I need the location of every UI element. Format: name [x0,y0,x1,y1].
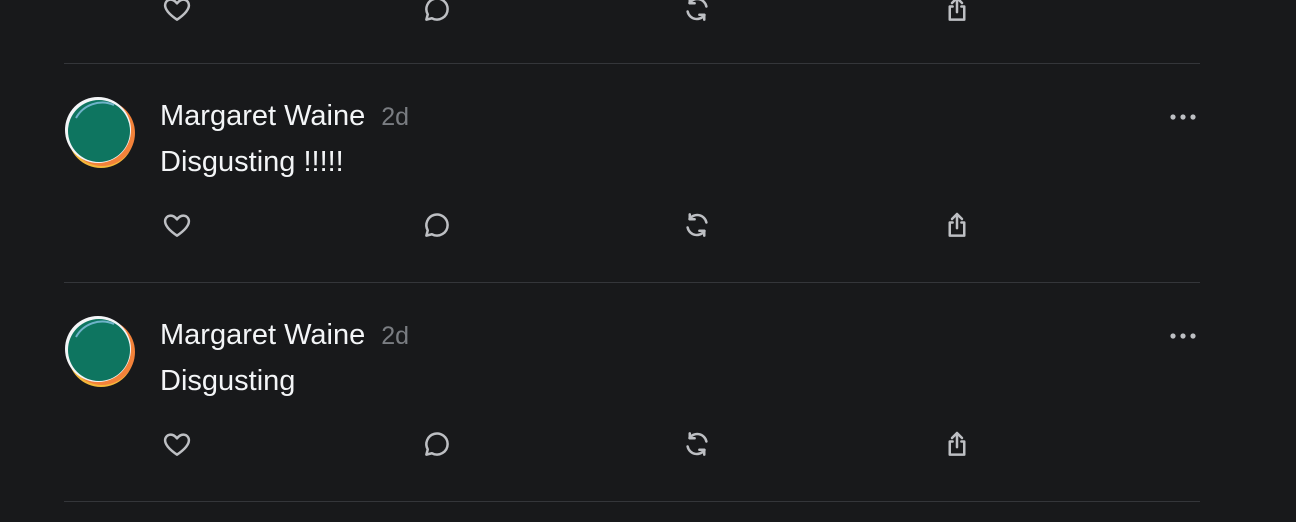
comment-bubble-icon [425,213,449,237]
post-actions [160,427,966,461]
more-horizontal-icon [1170,333,1196,339]
author-name[interactable]: Margaret Waine [160,319,365,352]
reply-button[interactable] [420,0,454,26]
post-text: Disgusting !!!!! [160,146,344,178]
post-actions [160,208,966,242]
post-timestamp[interactable]: 2d [381,322,409,351]
avatar[interactable] [64,96,136,168]
post-header: Margaret Waine 2d [160,100,409,133]
post-card: Margaret Waine 2d Disgusting [64,283,1200,501]
share-button[interactable] [940,0,974,26]
comment-bubble-icon [425,432,449,456]
avatar[interactable] [64,315,136,387]
comment-bubble-icon [425,0,449,21]
reply-button[interactable] [420,427,454,461]
post-card: Margaret Waine 2d Disgusting !!!!! [64,64,1200,282]
share-upload-icon [948,431,966,456]
heart-icon [163,433,191,456]
share-upload-icon [948,0,966,21]
heart-icon [163,214,191,237]
repost-button[interactable] [680,0,714,26]
share-upload-icon [948,212,966,237]
repost-arrows-icon [686,213,708,237]
reply-button[interactable] [420,208,454,242]
previous-post-actions [160,0,966,26]
heart-icon [163,0,191,21]
repost-arrows-icon [686,0,708,21]
repost-arrows-icon [686,432,708,456]
share-button[interactable] [940,427,974,461]
like-button[interactable] [160,208,194,242]
more-options-button[interactable] [1166,325,1200,347]
more-horizontal-icon [1170,114,1196,120]
like-button[interactable] [160,0,194,26]
share-button[interactable] [940,208,974,242]
repost-button[interactable] [680,427,714,461]
post-header: Margaret Waine 2d [160,319,409,352]
repost-button[interactable] [680,208,714,242]
more-options-button[interactable] [1166,106,1200,128]
post-divider [64,501,1200,502]
author-name[interactable]: Margaret Waine [160,100,365,133]
post-text: Disgusting [160,365,296,397]
like-button[interactable] [160,427,194,461]
post-timestamp[interactable]: 2d [381,103,409,132]
